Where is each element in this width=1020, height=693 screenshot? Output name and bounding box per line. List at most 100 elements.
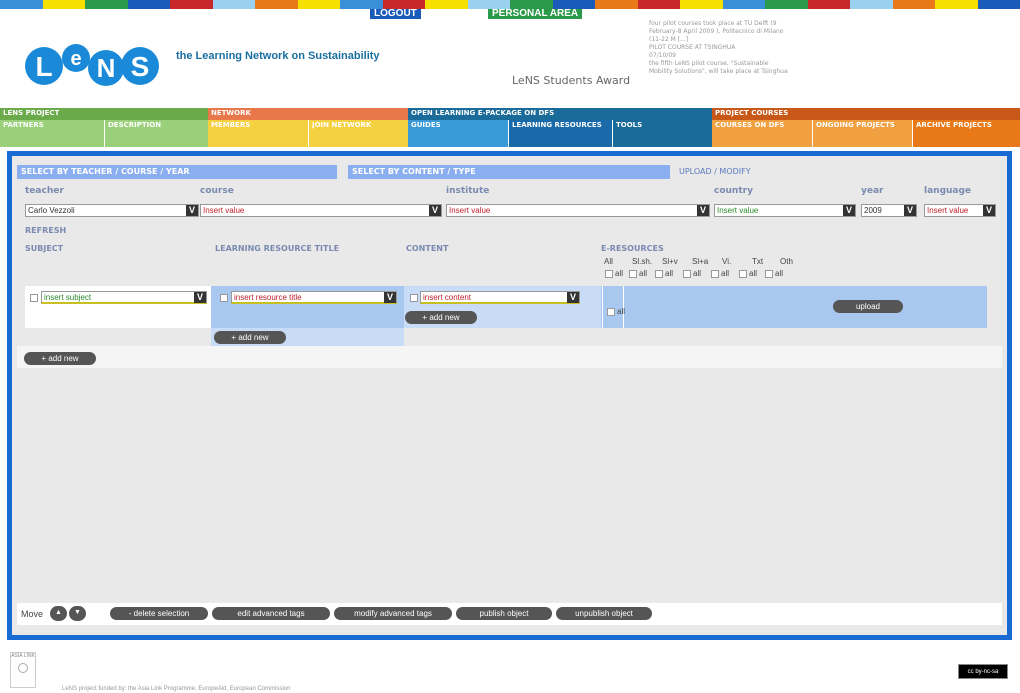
news-line: February-8 April 2009 ), Politecnico di … bbox=[649, 28, 784, 35]
modify-advanced-tags-button[interactable]: modify advanced tags bbox=[334, 607, 452, 620]
eres-vi-checkbox[interactable] bbox=[711, 270, 719, 278]
title-checkbox[interactable] bbox=[220, 294, 228, 302]
add-row-strip bbox=[17, 346, 1002, 368]
dropdown-arrow-icon: V bbox=[843, 205, 855, 216]
news-ticker: four pilot courses took place at TU Delf… bbox=[649, 20, 849, 76]
eres-type-label: Sl.sh. bbox=[632, 257, 653, 266]
refresh-link[interactable]: REFRESH bbox=[25, 226, 66, 235]
teacher-select[interactable]: Carlo Vezzoli V bbox=[25, 204, 199, 217]
tab-select-by-content[interactable]: SELECT BY CONTENT / TYPE bbox=[348, 165, 670, 179]
top-links: LOGOUT PERSONAL AREA bbox=[0, 9, 1020, 19]
news-line: the fifth LeNS pilot course, "Sustainabl… bbox=[649, 60, 769, 67]
eres-all-checkbox[interactable] bbox=[605, 270, 613, 278]
nav-row-2: PARTNERS DESCRIPTION MEMBERS JOIN NETWOR… bbox=[0, 120, 1020, 147]
add-subject-button[interactable]: + add new bbox=[24, 352, 96, 365]
tab-upload-modify[interactable]: UPLOAD / MODIFY bbox=[675, 165, 775, 179]
country-select[interactable]: Insert value V bbox=[714, 204, 856, 217]
dropdown-arrow-icon: V bbox=[567, 292, 579, 303]
content-checkbox[interactable] bbox=[410, 294, 418, 302]
nav-archive-projects[interactable]: ARCHIVE PROJECTS bbox=[912, 120, 1020, 147]
row-eres-all-label: all bbox=[617, 307, 626, 316]
nav-tools[interactable]: TOOLS bbox=[612, 120, 712, 147]
personal-area-link[interactable]: PERSONAL AREA bbox=[488, 9, 583, 19]
year-select[interactable]: 2009 V bbox=[861, 204, 917, 217]
move-down-icon[interactable]: ▼ bbox=[69, 606, 86, 621]
news-line: PILOT COURSE AT TSINGHUA bbox=[649, 44, 736, 51]
delete-selection-button[interactable]: - delete selection bbox=[110, 607, 208, 620]
course-select[interactable]: Insert value V bbox=[200, 204, 442, 217]
eres-slv-checkbox[interactable] bbox=[655, 270, 663, 278]
eres-checkbox-label: all bbox=[721, 269, 730, 278]
nav-row-1: LENS PROJECT NETWORK OPEN LEARNING E-PAC… bbox=[0, 108, 1020, 120]
edit-advanced-tags-button[interactable]: edit advanced tags bbox=[212, 607, 330, 620]
move-up-icon[interactable]: ▲ bbox=[50, 606, 67, 621]
publish-object-button[interactable]: publish object bbox=[456, 607, 552, 620]
eres-checkbox-label: all bbox=[615, 269, 624, 278]
eres-checkbox-label: all bbox=[775, 269, 784, 278]
nav-courses-on-dfs[interactable]: COURSES ON DFS bbox=[712, 120, 812, 147]
eres-checkbox-label: all bbox=[665, 269, 674, 278]
nav-partners[interactable]: PARTNERS bbox=[0, 120, 104, 147]
nav-learning-resources[interactable]: LEARNING RESOURCES bbox=[508, 120, 612, 147]
dropdown-arrow-icon: V bbox=[983, 205, 995, 216]
dropdown-arrow-icon: V bbox=[194, 292, 206, 303]
language-select[interactable]: Insert value V bbox=[924, 204, 996, 217]
dropdown-arrow-icon: V bbox=[429, 205, 441, 216]
svg-text:S: S bbox=[131, 51, 150, 82]
content-column-header: CONTENT bbox=[406, 244, 449, 253]
asia-link-logo: ASIA LINK bbox=[10, 652, 36, 688]
row-eres-all-checkbox[interactable] bbox=[607, 308, 615, 316]
institute-label: institute bbox=[446, 186, 490, 196]
nav-ongoing-projects[interactable]: ONGOING PROJECTS bbox=[812, 120, 912, 147]
nav-network[interactable]: NETWORK bbox=[208, 108, 408, 120]
eres-txt-checkbox[interactable] bbox=[739, 270, 747, 278]
svg-text:L: L bbox=[35, 51, 52, 82]
nav-open-learning[interactable]: OPEN LEARNING E-PACKAGE ON DFS bbox=[408, 108, 712, 120]
tab-select-by-teacher[interactable]: SELECT BY TEACHER / COURSE / YEAR bbox=[17, 165, 337, 179]
nav-description[interactable]: DESCRIPTION bbox=[104, 120, 208, 147]
news-line: (11-22 M [...] bbox=[649, 36, 689, 43]
language-label: language bbox=[924, 186, 972, 196]
subject-column-header: SUBJECT bbox=[25, 244, 64, 253]
course-label: course bbox=[200, 186, 234, 196]
eres-type-label: Sl+v bbox=[662, 257, 678, 266]
news-line: 07/10/09 bbox=[649, 52, 676, 59]
eres-sla-checkbox[interactable] bbox=[683, 270, 691, 278]
upload-button[interactable]: upload bbox=[833, 300, 903, 313]
year-label: year bbox=[861, 186, 884, 196]
svg-text:e: e bbox=[70, 48, 81, 70]
country-label: country bbox=[714, 186, 753, 196]
add-title-button[interactable]: + add new bbox=[214, 331, 286, 344]
logout-link[interactable]: LOGOUT bbox=[370, 9, 421, 19]
nav-members[interactable]: MEMBERS bbox=[208, 120, 308, 147]
content-select[interactable]: insert content V bbox=[420, 291, 580, 304]
move-label: Move bbox=[21, 609, 44, 619]
institute-select[interactable]: Insert value V bbox=[446, 204, 710, 217]
nav-lens-project[interactable]: LENS PROJECT bbox=[0, 108, 208, 120]
add-content-button[interactable]: + add new bbox=[405, 311, 477, 324]
subject-checkbox[interactable] bbox=[30, 294, 38, 302]
teacher-label: teacher bbox=[25, 186, 64, 196]
news-line: four pilot courses took place at TU Delf… bbox=[649, 20, 777, 27]
eres-type-label: All bbox=[604, 257, 613, 266]
dropdown-arrow-icon: V bbox=[186, 205, 198, 216]
nav-project-courses[interactable]: PROJECT COURSES bbox=[712, 108, 1020, 120]
dropdown-arrow-icon: V bbox=[904, 205, 916, 216]
nav-guides[interactable]: GUIDES bbox=[408, 120, 508, 147]
eres-oth-checkbox[interactable] bbox=[765, 270, 773, 278]
title-column-header: LEARNING RESOURCE TITLE bbox=[215, 244, 340, 253]
svg-text:N: N bbox=[97, 53, 116, 83]
creative-commons-icon[interactable]: cc by-nc-sa bbox=[958, 664, 1008, 679]
lens-logo[interactable]: L e N S bbox=[22, 38, 172, 90]
nav-join-network[interactable]: JOIN NETWORK bbox=[308, 120, 408, 147]
subject-select[interactable]: insert subject V bbox=[41, 291, 207, 304]
eres-type-label: Vi. bbox=[722, 257, 732, 266]
unpublish-object-button[interactable]: unpublish object bbox=[556, 607, 652, 620]
students-award-link[interactable]: LeNS Students Award bbox=[512, 74, 630, 87]
main-panel: SELECT BY TEACHER / COURSE / YEAR SELECT… bbox=[7, 151, 1012, 640]
eres-slsh-checkbox[interactable] bbox=[629, 270, 637, 278]
e-resources-column-header: E-RESOURCES bbox=[601, 244, 664, 253]
eres-type-label: Txt bbox=[752, 257, 764, 266]
dropdown-arrow-icon: V bbox=[697, 205, 709, 216]
title-select[interactable]: insert resource title V bbox=[231, 291, 397, 304]
